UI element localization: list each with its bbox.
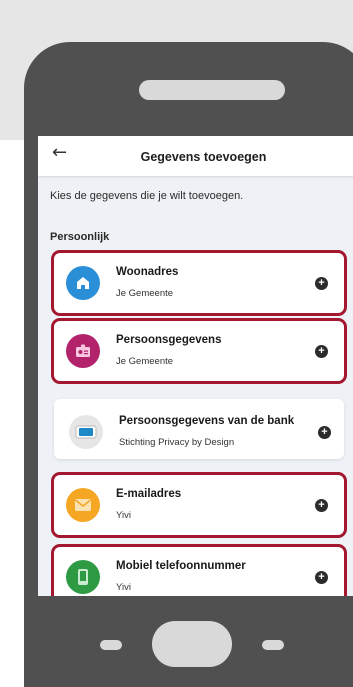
phone-icon (66, 560, 100, 594)
phone-nav-bar (24, 596, 353, 687)
back-nav-button[interactable] (100, 640, 122, 650)
id-card-icon (66, 334, 100, 368)
phone-screen: ← Gegevens toevoegen Kies de gegevens di… (38, 136, 353, 596)
add-icon[interactable]: + (315, 571, 328, 584)
card-title: E-mailadres (116, 488, 182, 500)
card-persoonsgegevens[interactable]: Persoonsgegevens Je Gemeente + (51, 318, 347, 384)
card-emailadres[interactable]: E-mailadres Yivi + (51, 472, 347, 538)
instruction-text: Kies de gegevens die je wilt toevoegen. (50, 190, 244, 202)
card-mobiel-telefoonnummer[interactable]: Mobiel telefoonnummer Yivi + (51, 544, 347, 596)
card-subtitle: Yivi (116, 582, 131, 593)
card-title: Woonadres (116, 266, 179, 278)
card-persoonsgegevens-bank[interactable]: Persoonsgegevens van de bank Stichting P… (54, 399, 344, 459)
page-title: Gegevens toevoegen (140, 150, 267, 164)
section-title: Persoonlijk (50, 231, 110, 243)
card-title: Persoonsgegevens (116, 334, 222, 346)
phone-frame: ← Gegevens toevoegen Kies de gegevens di… (24, 42, 353, 687)
card-subtitle: Je Gemeente (116, 356, 174, 367)
card-subtitle: Stichting Privacy by Design (119, 437, 235, 448)
phone-speaker (139, 80, 285, 100)
app-bar: ← Gegevens toevoegen (38, 136, 353, 176)
card-subtitle: Je Gemeente (116, 288, 174, 299)
card-subtitle: Yivi (116, 510, 131, 521)
card-title: Mobiel telefoonnummer (116, 560, 246, 572)
add-icon[interactable]: + (315, 277, 328, 290)
recents-nav-button[interactable] (262, 640, 284, 650)
add-icon[interactable]: + (318, 426, 331, 439)
mail-icon (66, 488, 100, 522)
bank-idin-icon (69, 415, 103, 449)
home-icon (66, 266, 100, 300)
add-icon[interactable]: + (315, 499, 328, 512)
add-icon[interactable]: + (315, 345, 328, 358)
card-woonadres[interactable]: Woonadres Je Gemeente + (51, 250, 347, 316)
home-button[interactable] (152, 621, 232, 667)
card-title: Persoonsgegevens van de bank (119, 415, 295, 427)
